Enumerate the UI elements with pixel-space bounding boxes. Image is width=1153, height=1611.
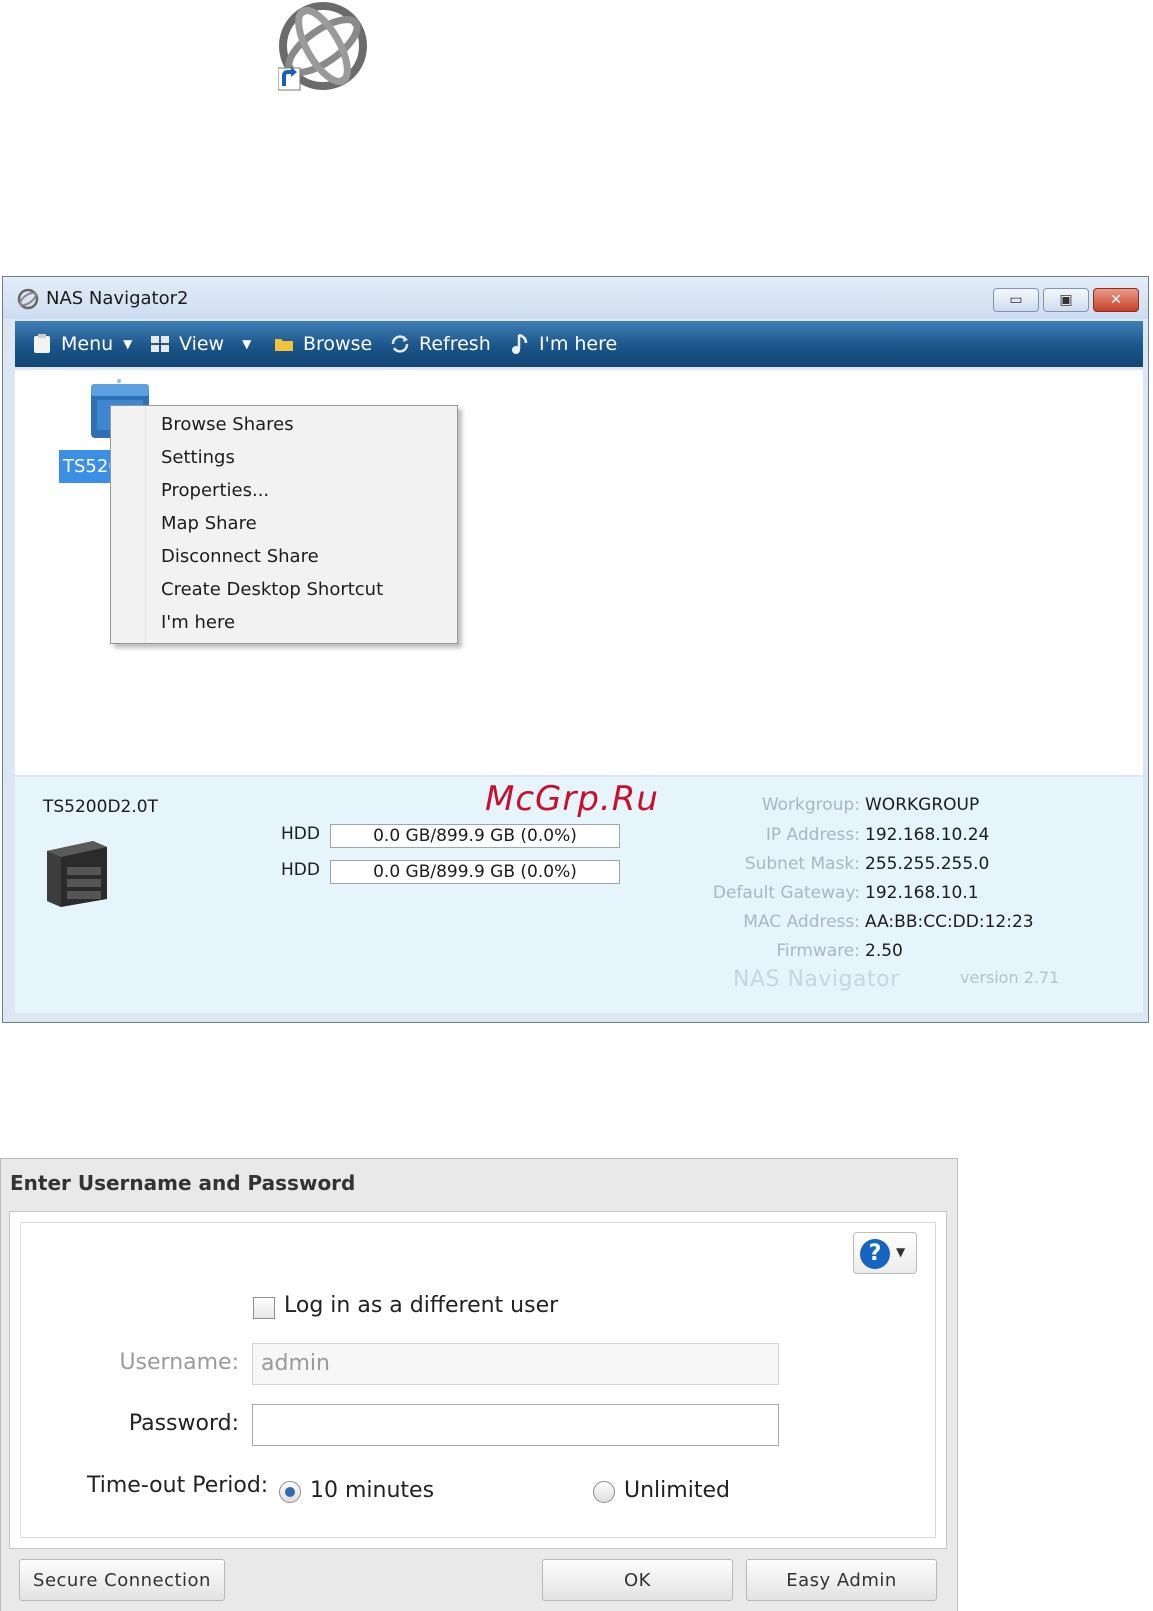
firmware-value: 2.50 [865,941,903,961]
timeout-10-minutes-radio[interactable] [279,1481,301,1503]
different-user-label[interactable]: Log in as a different user [284,1293,558,1318]
menu-item-browse-shares[interactable]: Browse Shares [161,414,294,435]
menu-label: Menu [61,333,114,355]
im-here-label: I'm here [539,333,618,355]
easy-admin-button[interactable]: Easy Admin [746,1559,937,1601]
hdd-usage-bar-2: 0.0 GB/899.9 GB (0.0%) [330,860,620,884]
window-title: NAS Navigator2 [46,288,189,309]
menu-item-settings[interactable]: Settings [161,447,235,468]
refresh-icon [391,335,409,353]
radio-selected-dot [285,1487,295,1497]
toolbar: Menu ▼ View ▼ Browse Refresh I'm here [15,321,1143,367]
hdd-label-1: HDD [281,824,320,844]
timeout-period-label: Time-out Period: [87,1473,269,1498]
view-caret-icon: ▼ [242,337,252,351]
default-gateway-value: 192.168.10.1 [865,883,979,903]
subnet-mask-key: Subnet Mask: [744,854,860,874]
ip-address-value: 192.168.10.24 [865,825,990,845]
close-button[interactable]: ✕ [1093,288,1139,312]
view-label: View [179,333,225,355]
workgroup-value: WORKGROUP [865,795,980,815]
subnet-mask-value: 255.255.255.0 [865,854,990,874]
help-icon: ? [860,1239,890,1269]
watermark-text: McGrp.Ru [485,779,659,819]
nas-navigator-logo: NAS Navigator [733,967,900,992]
view-grid-icon [151,336,169,352]
context-menu-gutter [111,406,146,643]
timeout-unlimited-label[interactable]: Unlimited [624,1478,730,1503]
menu-button[interactable]: Menu ▼ [31,321,132,367]
menu-item-map-share[interactable]: Map Share [161,513,257,534]
title-bar[interactable]: NAS Navigator2 ▭ ▣ ✕ [3,277,1148,319]
password-label: Password: [128,1411,239,1436]
chevron-down-icon: ▼ [896,1245,906,1259]
view-button[interactable]: View ▼ [149,321,251,367]
nas-navigator-shortcut-icon[interactable] [277,0,378,95]
username-input[interactable]: admin [252,1343,779,1385]
minimize-button[interactable]: ▭ [993,288,1039,312]
close-icon: ✕ [1110,292,1122,308]
hdd-usage-text-1: 0.0 GB/899.9 GB (0.0%) [373,826,577,846]
hdd-usage-bar-1: 0.0 GB/899.9 GB (0.0%) [330,824,620,848]
firmware-key: Firmware: [776,941,860,961]
login-dialog: Enter Username and Password ? ▼ Log in a… [0,1158,958,1611]
refresh-button[interactable]: Refresh [389,321,491,367]
menu-item-create-desktop-shortcut[interactable]: Create Desktop Shortcut [161,579,383,600]
ok-button[interactable]: OK [542,1559,733,1601]
timeout-unlimited-radio[interactable] [593,1481,615,1503]
timeout-10-minutes-label[interactable]: 10 minutes [310,1478,434,1503]
version-text: version 2.71 [960,968,1060,987]
help-button[interactable]: ? ▼ [853,1232,917,1274]
menu-item-disconnect-share[interactable]: Disconnect Share [161,546,319,567]
ip-address-key: IP Address: [765,825,860,845]
different-user-checkbox[interactable] [253,1297,275,1319]
im-here-button[interactable]: I'm here [511,321,617,367]
default-gateway-key: Default Gateway: [712,883,860,903]
mac-address-value: AA:BB:CC:DD:12:23 [865,912,1034,932]
nas-navigator-window: NAS Navigator2 ▭ ▣ ✕ Menu ▼ View ▼ Brows… [2,276,1149,1023]
hdd-usage-text-2: 0.0 GB/899.9 GB (0.0%) [373,862,577,882]
device-list-pane: TS5200D2.0T Browse Shares Settings Prope… [15,370,1143,775]
minimize-icon: ▭ [1009,292,1023,308]
refresh-label: Refresh [419,333,491,355]
device-info-panel: McGrp.Ru TS5200D2.0T HDD 0.0 GB/899.9 GB… [15,777,1143,1013]
music-note-icon [512,333,528,354]
menu-item-properties[interactable]: Properties... [161,480,269,501]
secure-connection-button[interactable]: Secure Connection [19,1559,225,1601]
password-input[interactable] [252,1404,779,1446]
hdd-label-2: HDD [281,860,320,880]
menu-caret-icon: ▼ [123,337,133,351]
folder-icon [275,339,293,351]
mac-address-key: MAC Address: [743,912,860,932]
workgroup-key: Workgroup: [761,795,860,815]
nas-hardware-icon [47,841,107,907]
maximize-icon: ▣ [1059,292,1073,308]
app-icon [17,288,39,310]
menu-icon [34,334,50,353]
dialog-title: Enter Username and Password [10,1171,356,1195]
browse-label: Browse [303,333,373,355]
browse-button[interactable]: Browse [273,321,372,367]
username-label: Username: [119,1350,239,1375]
info-device-name: TS5200D2.0T [43,797,158,817]
maximize-button[interactable]: ▣ [1043,288,1089,312]
context-menu: Browse Shares Settings Properties... Map… [110,405,458,644]
menu-item-im-here[interactable]: I'm here [161,612,235,633]
